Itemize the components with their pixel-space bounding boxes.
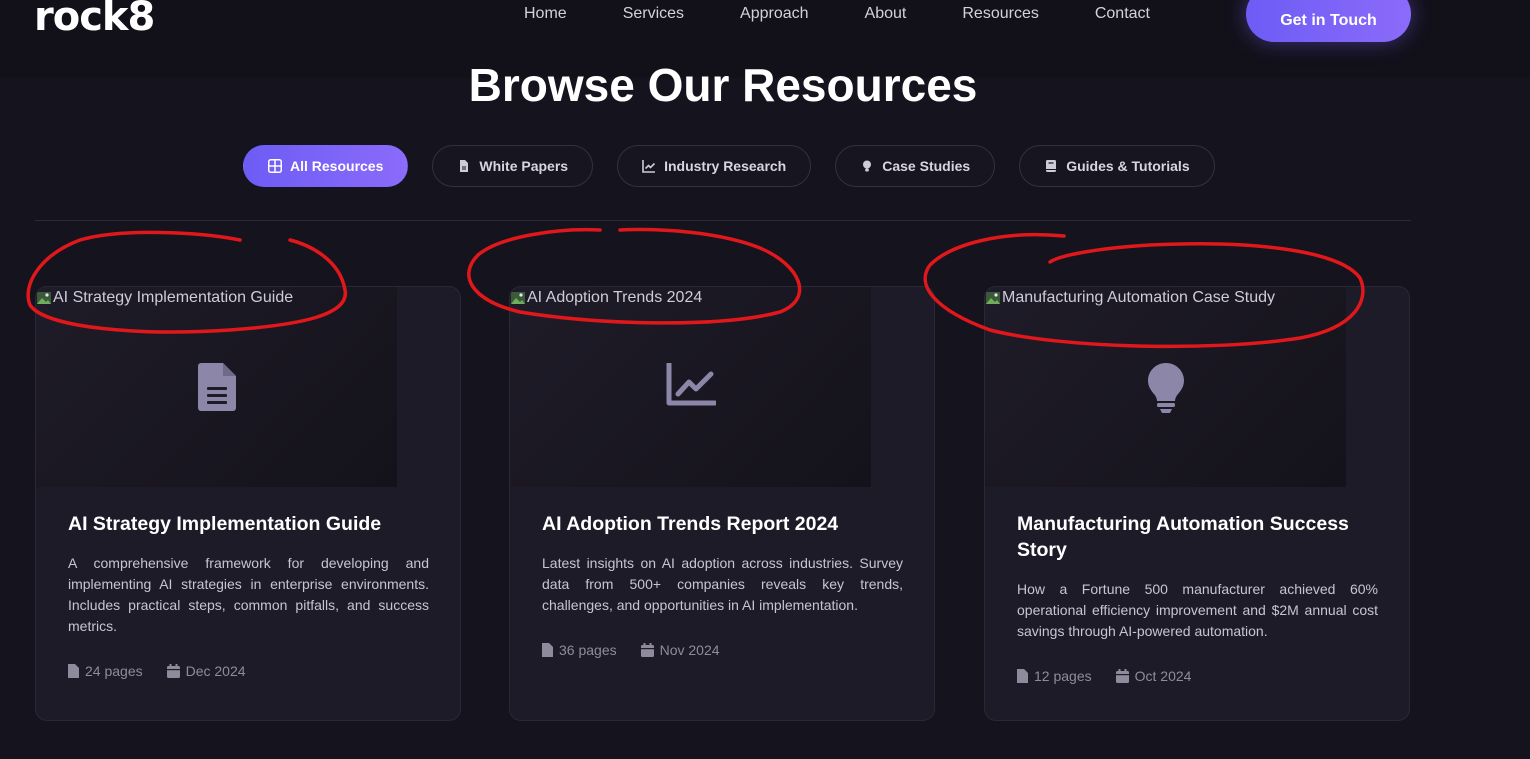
file-icon bbox=[68, 664, 79, 678]
filter-label: All Resources bbox=[290, 158, 384, 174]
card-meta: 12 pages Oct 2024 bbox=[1017, 668, 1215, 684]
logo[interactable]: rock8 bbox=[34, 0, 155, 40]
page-title: Browse Our Resources bbox=[468, 59, 978, 111]
card-description: A comprehensive framework for developing… bbox=[68, 555, 429, 634]
filter-label: White Papers bbox=[479, 158, 569, 174]
nav-link-home[interactable]: Home bbox=[524, 5, 567, 23]
chart-line-icon bbox=[666, 360, 717, 412]
nav-link-services[interactable]: Services bbox=[623, 5, 684, 23]
lightbulb-icon bbox=[1147, 363, 1184, 418]
filter-white-papers[interactable]: White Papers bbox=[432, 145, 594, 187]
publish-date: Nov 2024 bbox=[640, 642, 720, 658]
broken-image-icon bbox=[511, 292, 525, 304]
filter-bar: All Resources White Papers Industry Rese… bbox=[243, 145, 1239, 187]
filter-label: Industry Research bbox=[664, 158, 787, 174]
file-icon bbox=[542, 643, 553, 657]
page-count: 36 pages bbox=[542, 642, 617, 658]
card-title[interactable]: AI Adoption Trends Report 2024 bbox=[542, 511, 902, 537]
publish-date: Dec 2024 bbox=[166, 663, 246, 679]
card-thumbnail: AI Strategy Implementation Guide bbox=[36, 287, 397, 487]
calendar-icon bbox=[166, 664, 180, 678]
nav-link-resources[interactable]: Resources bbox=[962, 5, 1038, 23]
filter-industry-research[interactable]: Industry Research bbox=[617, 145, 812, 187]
page-count: 12 pages bbox=[1017, 668, 1092, 684]
file-icon bbox=[1017, 669, 1028, 683]
book-icon bbox=[1044, 159, 1058, 173]
nav-links: Home Services Approach About Resources C… bbox=[524, 5, 1206, 23]
nav-link-approach[interactable]: Approach bbox=[740, 5, 809, 23]
broken-image-icon bbox=[37, 292, 51, 304]
file-icon bbox=[457, 159, 471, 173]
card-thumbnail: AI Adoption Trends 2024 bbox=[510, 287, 871, 487]
get-in-touch-button[interactable]: Get in Touch bbox=[1246, 0, 1411, 42]
broken-image-alt-text: AI Strategy Implementation Guide bbox=[36, 289, 293, 307]
resource-card[interactable]: Manufacturing Automation Case Study Manu… bbox=[984, 286, 1410, 721]
filter-guides-tutorials[interactable]: Guides & Tutorials bbox=[1019, 145, 1215, 187]
grid-icon bbox=[268, 159, 282, 173]
card-meta: 36 pages Nov 2024 bbox=[542, 642, 744, 658]
section-divider bbox=[35, 220, 1411, 221]
lightbulb-icon bbox=[860, 159, 874, 173]
broken-image-alt-text: Manufacturing Automation Case Study bbox=[985, 289, 1275, 307]
document-icon bbox=[197, 363, 236, 416]
chart-line-icon bbox=[642, 159, 656, 173]
broken-image-icon bbox=[986, 292, 1000, 304]
nav-link-contact[interactable]: Contact bbox=[1095, 5, 1150, 23]
card-description: Latest insights on AI adoption across in… bbox=[542, 555, 903, 613]
page-count: 24 pages bbox=[68, 663, 143, 679]
calendar-icon bbox=[1115, 669, 1129, 683]
card-title[interactable]: Manufacturing Automation Success Story bbox=[1017, 511, 1377, 563]
resource-card[interactable]: AI Strategy Implementation Guide AI Stra… bbox=[35, 286, 461, 721]
card-title[interactable]: AI Strategy Implementation Guide bbox=[68, 511, 428, 537]
broken-image-alt-text: AI Adoption Trends 2024 bbox=[510, 289, 702, 307]
filter-label: Guides & Tutorials bbox=[1066, 158, 1190, 174]
card-description: How a Fortune 500 manufacturer achieved … bbox=[1017, 581, 1378, 639]
nav-link-about[interactable]: About bbox=[865, 5, 907, 23]
filter-label: Case Studies bbox=[882, 158, 971, 174]
calendar-icon bbox=[640, 643, 654, 657]
resource-card[interactable]: AI Adoption Trends 2024 AI Adoption Tren… bbox=[509, 286, 935, 721]
filter-all-resources[interactable]: All Resources bbox=[243, 145, 409, 187]
publish-date: Oct 2024 bbox=[1115, 668, 1191, 684]
filter-case-studies[interactable]: Case Studies bbox=[835, 145, 996, 187]
card-thumbnail: Manufacturing Automation Case Study bbox=[985, 287, 1346, 487]
card-meta: 24 pages Dec 2024 bbox=[68, 663, 270, 679]
